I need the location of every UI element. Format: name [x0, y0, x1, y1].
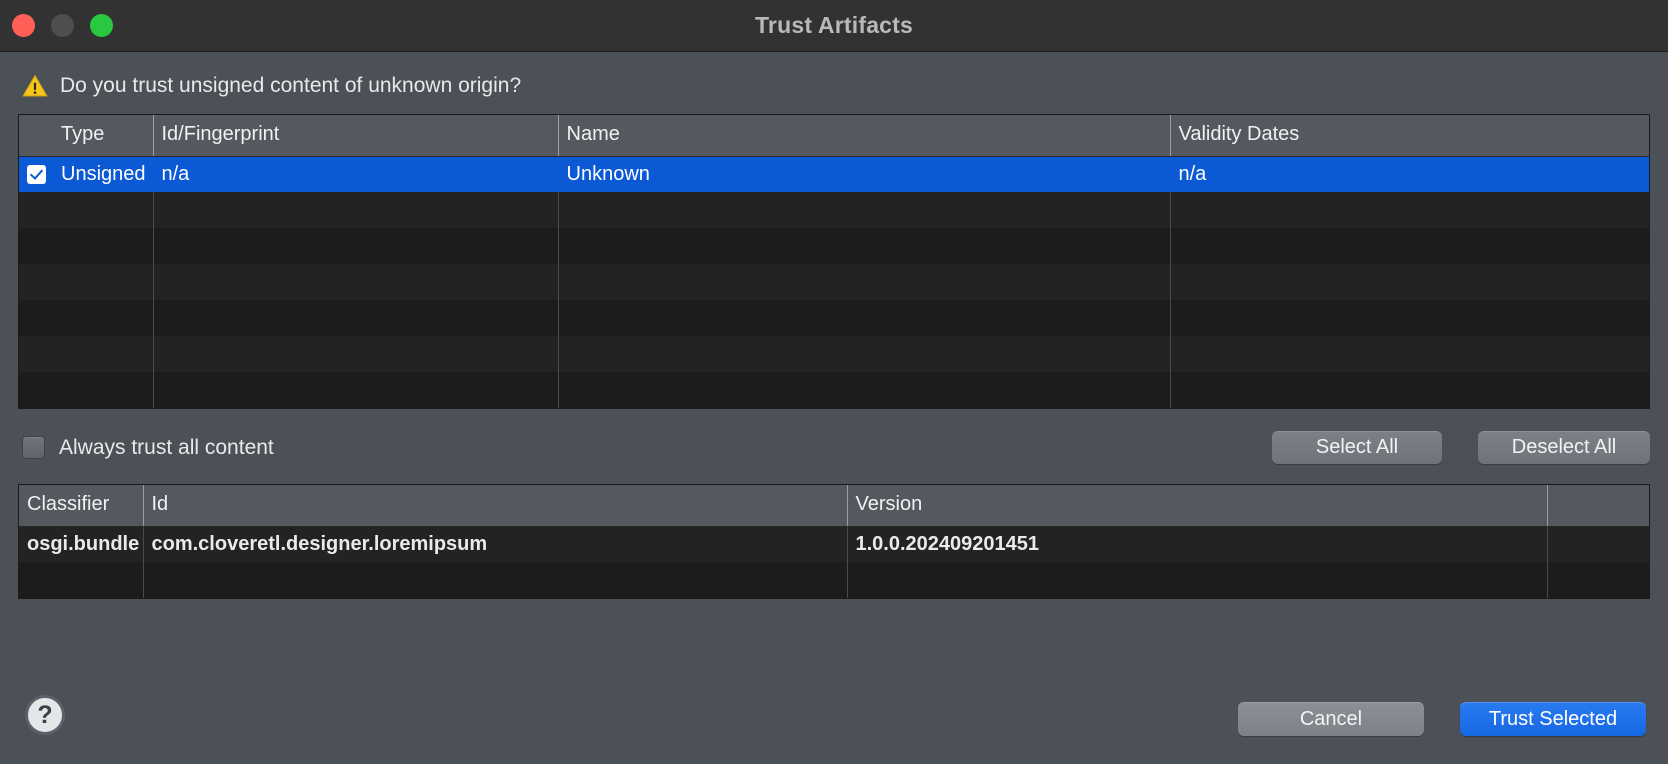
cell-name: Unknown	[558, 156, 1171, 192]
details-table-container[interactable]: Classifier Id Version osgi.bundle com.cl…	[18, 484, 1650, 599]
cell-version: 1.0.0.202409201451	[847, 526, 1548, 562]
trust-artifacts-dialog: Trust Artifacts Do you trust unsigned co…	[0, 0, 1668, 764]
artifacts-table-header-row: Type Id/Fingerprint Name Validity Dates	[19, 115, 1649, 157]
artifacts-col-check[interactable]	[19, 115, 53, 157]
artifacts-table: Type Id/Fingerprint Name Validity Dates …	[19, 115, 1649, 408]
cell-validity-dates: n/a	[1170, 156, 1649, 192]
cancel-button[interactable]: Cancel	[1238, 702, 1424, 736]
details-col-filler[interactable]	[1547, 485, 1649, 527]
cell-type: Unsigned	[53, 156, 154, 192]
prompt-row: Do you trust unsigned content of unknown…	[0, 52, 1668, 114]
trust-selected-button[interactable]: Trust Selected	[1460, 702, 1646, 736]
table-row[interactable]: Unsigned n/a Unknown n/a	[19, 156, 1649, 192]
row-checkbox-cell[interactable]	[19, 156, 53, 192]
select-all-button[interactable]: Select All	[1272, 431, 1442, 464]
artifacts-col-name[interactable]: Name	[558, 115, 1171, 157]
dialog-footer: ? Cancel Trust Selected	[0, 644, 1668, 764]
window-title: Trust Artifacts	[754, 12, 914, 38]
artifacts-col-validity-dates[interactable]: Validity Dates	[1170, 115, 1649, 157]
artifacts-col-id-fingerprint[interactable]: Id/Fingerprint	[153, 115, 559, 157]
table-row[interactable]	[19, 264, 1649, 300]
mid-controls-row: Always trust all content Select All Dese…	[0, 409, 1668, 484]
artifacts-col-type[interactable]: Type	[53, 115, 154, 157]
table-row[interactable]	[19, 228, 1649, 264]
cell-id: com.cloveretl.designer.loremipsum	[143, 526, 848, 562]
details-table: Classifier Id Version osgi.bundle com.cl…	[19, 485, 1649, 598]
details-col-classifier[interactable]: Classifier	[19, 485, 144, 527]
prompt-text: Do you trust unsigned content of unknown…	[60, 74, 522, 97]
title-bar: Trust Artifacts	[0, 0, 1668, 52]
table-row[interactable]	[19, 372, 1649, 408]
table-row[interactable]	[19, 336, 1649, 372]
always-trust-all-content-checkbox[interactable]: Always trust all content	[22, 436, 274, 460]
row-checkbox[interactable]	[26, 164, 46, 184]
dialog-body: Do you trust unsigned content of unknown…	[0, 52, 1668, 764]
close-window-button[interactable]	[12, 14, 35, 37]
selection-buttons: Select All Deselect All	[1272, 431, 1650, 464]
checkbox-box-icon[interactable]	[22, 436, 45, 459]
always-trust-label: Always trust all content	[59, 435, 274, 459]
table-row[interactable]: osgi.bundle com.cloveretl.designer.lorem…	[19, 526, 1649, 562]
details-col-version[interactable]: Version	[847, 485, 1548, 527]
help-icon[interactable]: ?	[26, 696, 64, 734]
footer-buttons: Cancel Trust Selected	[1238, 702, 1646, 736]
cell-id-fingerprint: n/a	[153, 156, 559, 192]
cell-classifier: osgi.bundle	[19, 526, 144, 562]
deselect-all-button[interactable]: Deselect All	[1478, 431, 1650, 464]
window-controls	[12, 0, 113, 51]
cell-filler	[1547, 526, 1649, 562]
details-table-header-row: Classifier Id Version	[19, 485, 1649, 527]
table-row[interactable]	[19, 300, 1649, 336]
artifacts-table-container[interactable]: Type Id/Fingerprint Name Validity Dates …	[18, 114, 1650, 409]
table-row[interactable]	[19, 192, 1649, 228]
maximize-window-button[interactable]	[90, 14, 113, 37]
warning-triangle-icon	[22, 75, 48, 97]
table-row[interactable]	[19, 562, 1649, 598]
details-col-id[interactable]: Id	[143, 485, 848, 527]
minimize-window-button[interactable]	[51, 14, 74, 37]
